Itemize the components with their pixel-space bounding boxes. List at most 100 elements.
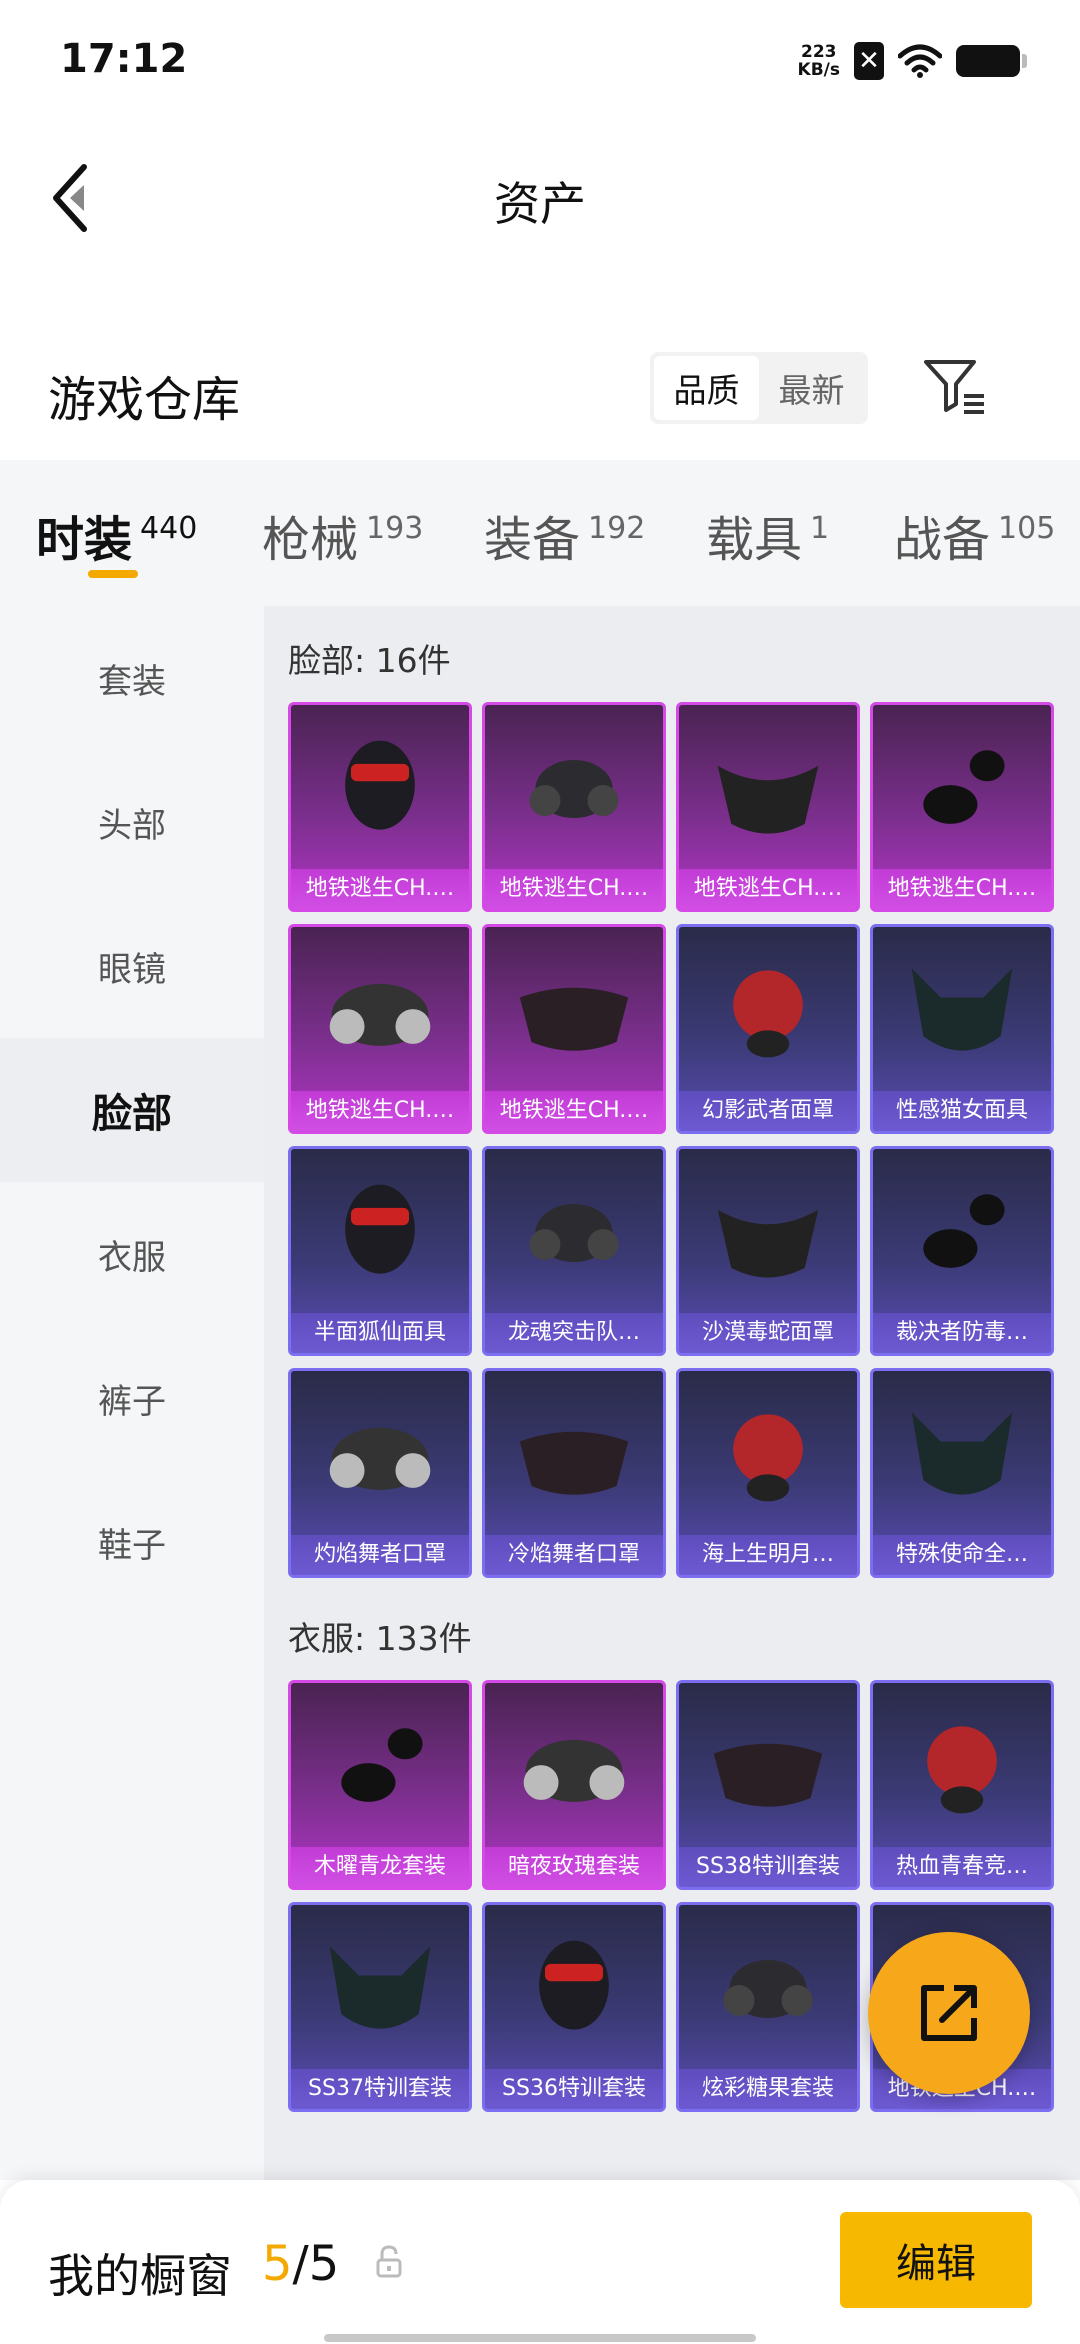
network-speed-unit: KB/s [797, 60, 840, 80]
sort-option-quality[interactable]: 品质 [654, 356, 759, 420]
item-name: SS37特训套装 [291, 2069, 469, 2109]
tab-label: 枪械 [262, 512, 359, 568]
item-card[interactable]: 龙魂突击队… [482, 1146, 666, 1356]
item-name: 木曜青龙套装 [291, 1847, 469, 1887]
warehouse-title: 游戏仓库 [48, 372, 241, 428]
home-indicator [324, 2334, 756, 2342]
tab-label: 时装 [36, 512, 133, 568]
item-card[interactable]: 裁决者防毒… [870, 1146, 1054, 1356]
item-card[interactable]: 海上生明月… [676, 1368, 860, 1578]
tab-label: 载具 [706, 512, 803, 568]
item-card[interactable]: 地铁逃生CH.… [676, 702, 860, 912]
item-image [523, 1739, 625, 1802]
item-card[interactable]: SS37特训套装 [288, 1902, 472, 2112]
share-icon [921, 1985, 977, 2041]
sidebar-item-pants[interactable]: 裤子 [0, 1326, 264, 1470]
item-image [529, 1203, 619, 1263]
item-image [723, 1959, 813, 2019]
sidebar: 套装 头部 眼镜 脸部 衣服 裤子 鞋子 [0, 606, 264, 2180]
active-tab-indicator [88, 570, 138, 578]
share-button[interactable] [868, 1932, 1030, 2094]
wifi-icon [898, 44, 942, 78]
item-image [923, 1194, 1005, 1268]
tab-count: 193 [366, 511, 424, 546]
item-card[interactable]: SS38特训套装 [676, 1680, 860, 1890]
sidebar-item-shoes[interactable]: 鞋子 [0, 1470, 264, 1614]
item-card[interactable]: 幻影武者面罩 [676, 924, 860, 1134]
item-image [539, 1940, 609, 2030]
item-image [329, 983, 431, 1046]
item-image [927, 1726, 997, 1814]
filter-icon [924, 360, 984, 414]
tab-supplies[interactable]: 战备 105 [894, 500, 1055, 570]
section-title-clothes: 衣服: 133件 [288, 1619, 472, 1658]
item-card[interactable]: 地铁逃生CH.… [288, 924, 472, 1134]
item-card[interactable]: 热血青春竞… [870, 1680, 1054, 1890]
item-card[interactable]: SS36特训套装 [482, 1902, 666, 2112]
showcase-label: 我的橱窗 [48, 2249, 232, 2303]
item-card[interactable]: 地铁逃生CH.… [288, 702, 472, 912]
tab-count: 1 [810, 511, 830, 546]
item-image [529, 759, 619, 819]
item-card[interactable]: 地铁逃生CH.… [870, 702, 1054, 912]
item-card[interactable]: 性感猫女面具 [870, 924, 1054, 1134]
tab-label: 战备 [894, 512, 991, 568]
item-name: 地铁逃生CH.… [291, 869, 469, 909]
tab-equipment[interactable]: 装备 192 [484, 500, 645, 570]
item-card[interactable]: 地铁逃生CH.… [482, 924, 666, 1134]
item-name: 幻影武者面罩 [679, 1091, 857, 1131]
item-image [733, 970, 803, 1058]
item-card[interactable]: 半面狐仙面具 [288, 1146, 472, 1356]
item-image [519, 987, 629, 1051]
item-name: 海上生明月… [679, 1535, 857, 1575]
sidebar-item-clothes[interactable]: 衣服 [0, 1182, 264, 1326]
tab-fashion[interactable]: 时装 440 [36, 500, 197, 570]
sort-option-latest[interactable]: 最新 [759, 356, 864, 420]
sidebar-item-face[interactable]: 脸部 [0, 1038, 264, 1182]
item-name: 灼焰舞者口罩 [291, 1535, 469, 1575]
item-name: 性感猫女面具 [873, 1091, 1051, 1131]
item-card[interactable]: 灼焰舞者口罩 [288, 1368, 472, 1578]
item-card[interactable]: 炫彩糖果套装 [676, 1902, 860, 2112]
item-card[interactable]: 木曜青龙套装 [288, 1680, 472, 1890]
item-name: SS36特训套装 [485, 2069, 663, 2109]
section-title-face: 脸部: 16件 [288, 641, 451, 680]
item-card[interactable]: 暗夜玫瑰套装 [482, 1680, 666, 1890]
showcase-count: 5/5 [262, 2236, 339, 2292]
showcase-current: 5 [262, 2236, 293, 2292]
sidebar-item-set[interactable]: 套装 [0, 606, 264, 750]
item-name: 特殊使命全… [873, 1535, 1051, 1575]
showcase-total: /5 [292, 2236, 340, 2292]
item-image [923, 750, 1005, 824]
item-name: 裁决者防毒… [873, 1313, 1051, 1353]
item-name: 地铁逃生CH.… [679, 869, 857, 909]
tab-count: 192 [588, 511, 646, 546]
item-image [733, 1414, 803, 1502]
network-speed-value: 223 [801, 42, 837, 62]
tab-vehicles[interactable]: 载具 1 [706, 500, 829, 570]
edit-button[interactable]: 编辑 [840, 2212, 1032, 2308]
filter-button[interactable] [920, 352, 990, 422]
item-image [717, 1209, 819, 1278]
item-name: 冷焰舞者口罩 [485, 1535, 663, 1575]
item-card[interactable]: 冷焰舞者口罩 [482, 1368, 666, 1578]
item-name: 地铁逃生CH.… [291, 1091, 469, 1131]
item-card[interactable]: 地铁逃生CH.… [482, 702, 666, 912]
bottom-bar: 我的橱窗 5/5 编辑 [0, 2180, 1080, 2344]
item-image [345, 740, 415, 830]
item-name: SS38特训套装 [679, 1847, 857, 1887]
page-title: 资产 [494, 177, 586, 231]
item-card[interactable]: 特殊使命全… [870, 1368, 1054, 1578]
item-image [911, 968, 1013, 1051]
sidebar-item-head[interactable]: 头部 [0, 750, 264, 894]
item-name: 炫彩糖果套装 [679, 2069, 857, 2109]
tab-count: 105 [998, 511, 1056, 546]
item-name: 暗夜玫瑰套装 [485, 1847, 663, 1887]
item-name: 地铁逃生CH.… [485, 1091, 663, 1131]
item-name: 半面狐仙面具 [291, 1313, 469, 1353]
item-card[interactable]: 沙漠毒蛇面罩 [676, 1146, 860, 1356]
battery-icon [956, 45, 1027, 77]
sidebar-item-glasses[interactable]: 眼镜 [0, 894, 264, 1038]
item-image [717, 765, 819, 834]
tab-guns[interactable]: 枪械 193 [262, 500, 423, 570]
